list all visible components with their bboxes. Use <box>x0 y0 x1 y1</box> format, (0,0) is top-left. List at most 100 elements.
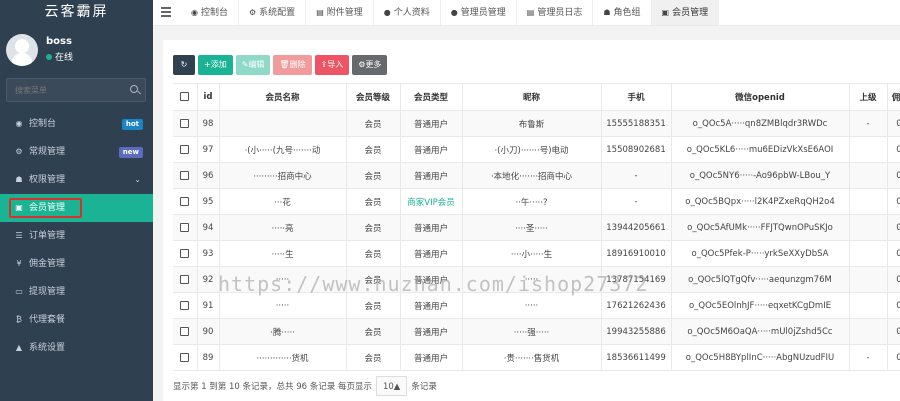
row-select-cell[interactable] <box>173 292 197 319</box>
cogs-icon: ⚙ <box>15 147 23 156</box>
row-checkbox[interactable] <box>180 144 190 154</box>
tab-admin-manage[interactable]: ● 管理员管理 <box>441 0 517 25</box>
row-select-cell[interactable] <box>173 188 197 215</box>
id-card-icon: ▣ <box>661 8 670 17</box>
select-all-cell[interactable] <box>173 83 197 111</box>
sidebar-item-withdraw[interactable]: ▭ 提现管理 <box>0 278 153 306</box>
row-checkbox[interactable] <box>180 222 190 232</box>
row-select-cell[interactable] <box>173 266 197 293</box>
annotation-highlight <box>9 198 82 218</box>
yen-icon: ¥ <box>16 259 22 268</box>
cell-level: 会员 <box>345 110 400 137</box>
user-panel: boss 在线 <box>0 26 153 70</box>
row-checkbox[interactable] <box>180 118 190 128</box>
sidebar-item-agent-package[interactable]: ₿ 代理套餐 <box>0 306 153 334</box>
refresh-icon: ↻ <box>180 60 188 69</box>
menu-toggle-icon[interactable] <box>161 7 171 17</box>
sidebar-item-permission[interactable]: ☗ 权限管理 ⌄ <box>0 166 153 194</box>
column-header[interactable]: 会员名称 <box>218 83 346 111</box>
cell-parent <box>848 240 887 267</box>
search-icon[interactable] <box>130 85 138 93</box>
sidebar-item-dashboard[interactable]: ◉ 控制台 hot <box>0 110 153 138</box>
column-header[interactable]: id <box>196 83 219 111</box>
cell-name: ·····生 <box>218 240 346 267</box>
table-row[interactable]: 94 ·····亮 会员 普通用户 ····圣····· 13944205661 o_QOc… <box>173 214 900 241</box>
tab-dashboard[interactable]: ◉ 控制台 <box>181 0 239 25</box>
table-row[interactable]: 96 ·········招商中心 会员 普通用户 ·本地化·······招商中心 - o_Q… <box>173 162 900 189</box>
column-header[interactable]: 上级 <box>848 83 887 111</box>
row-checkbox[interactable] <box>180 326 190 336</box>
column-header[interactable]: 手机 <box>600 83 671 111</box>
cell-level: 会员 <box>345 344 400 371</box>
table-row[interactable]: 95 ···花 会员 商家VIP会员 ··午·····? - o_QOc5BQpx·····… <box>173 188 900 215</box>
table-row[interactable]: 89 ·············货机 会员 普通用户 ·贵·······售货机 18536… <box>173 344 900 371</box>
table-row[interactable]: 93 ·····生 会员 普通用户 ····小·····生 18916910010 o_QO… <box>173 240 900 267</box>
cell-comm: 0. <box>886 136 900 163</box>
cell-id: 96 <box>196 162 219 189</box>
row-checkbox[interactable] <box>180 274 190 284</box>
row-checkbox[interactable] <box>180 352 190 362</box>
tab-profile[interactable]: ● 个人资料 <box>374 0 441 25</box>
edit-button[interactable]: ✎编辑 <box>235 55 271 75</box>
row-select-cell[interactable] <box>173 344 197 371</box>
menu-search-input[interactable] <box>7 79 117 101</box>
cell-type: 普通用户 <box>399 344 462 371</box>
money-icon: ▭ <box>15 287 23 296</box>
sidebar-item-commission[interactable]: ¥ 佣金管理 <box>0 250 153 278</box>
sidebar-nav: ◉ 控制台 hot ⚙ 常规管理 new ☗ 权限管理 ⌄ ▣ 会员管理 ☰ 订单管理 ¥ 佣金管… <box>0 110 153 362</box>
cell-type: 商家VIP会员 <box>399 188 462 215</box>
refresh-button[interactable]: ↻ <box>173 55 195 75</box>
cell-nick: ····圣····· <box>461 214 601 241</box>
page-size-select[interactable]: 10▲ <box>375 376 408 396</box>
cell-level: 会员 <box>345 214 400 241</box>
delete-button[interactable]: 🗑删除 <box>273 55 312 75</box>
row-select-cell[interactable] <box>173 214 197 241</box>
more-button[interactable]: ⚙更多 <box>352 55 388 75</box>
brand-title: 云客霸屏 <box>0 0 153 26</box>
cell-comm: 0. <box>886 318 900 345</box>
sidebar-item-settings[interactable]: ▲ 系统设置 <box>0 334 153 362</box>
column-header[interactable]: 微信openid <box>670 83 849 111</box>
sidebar-item-general[interactable]: ⚙ 常规管理 new <box>0 138 153 166</box>
sidebar-item-orders[interactable]: ☰ 订单管理 <box>0 222 153 250</box>
row-select-cell[interactable] <box>173 136 197 163</box>
select-all-checkbox[interactable] <box>180 92 190 101</box>
pagination-info: 显示第 1 到第 10 条记录，总共 96 条记录 每页显示 10▲ 条记录 <box>173 376 437 396</box>
column-header[interactable]: 佣金 <box>886 83 900 111</box>
add-button[interactable]: +添加 <box>198 55 233 75</box>
tab-system-config[interactable]: ⚙ 系统配置 <box>239 0 307 25</box>
cell-comm: 0. <box>886 162 900 189</box>
tab-attachments[interactable]: ▤ 附件管理 <box>306 0 374 25</box>
sidebar-item-label: 代理套餐 <box>29 315 66 325</box>
table-row[interactable]: 90 ·腾····· 会员 普通用户 ·····强····· 19943255886 o_Q… <box>173 318 900 345</box>
cell-type: 普通用户 <box>399 240 462 267</box>
cell-level: 会员 <box>345 162 400 189</box>
tab-members[interactable]: ▣ 会员管理 <box>651 0 720 25</box>
column-header[interactable]: 会员类型 <box>399 83 462 111</box>
cell-name: ····· <box>218 292 346 319</box>
table-row[interactable]: 91 ····· 会员 普通用户 ····· 17621262436 o_QOc5EOlnh… <box>173 292 900 319</box>
import-button[interactable]: ⇪导入 <box>314 55 350 75</box>
row-checkbox[interactable] <box>180 196 190 206</box>
tab-label: 管理员日志 <box>537 8 583 18</box>
cell-type: 普通用户 <box>399 292 462 319</box>
column-header[interactable]: 昵称 <box>461 83 601 111</box>
tab-role-group[interactable]: ☗ 角色组 <box>593 0 652 25</box>
row-select-cell[interactable] <box>173 318 197 345</box>
table-row[interactable]: 98 会员 普通用户 布鲁斯 15555188351 o_QOc5A·····qn8ZMB… <box>173 110 900 137</box>
row-select-cell[interactable] <box>173 240 197 267</box>
menu-search[interactable] <box>6 78 146 102</box>
cell-openid: o_QOc5AfUMk·····FFJTQwnOPuSKJo <box>670 214 849 241</box>
row-select-cell[interactable] <box>173 162 197 189</box>
tab-admin-log[interactable]: ▤ 管理员日志 <box>517 0 594 25</box>
row-checkbox[interactable] <box>180 300 190 310</box>
avatar[interactable] <box>6 34 38 66</box>
row-select-cell[interactable] <box>173 110 197 137</box>
cell-name: ·············货机 <box>218 344 346 371</box>
cell-parent <box>848 266 887 293</box>
table-row[interactable]: 97 ·(小·····(九号·······动 会员 普通用户 ·(小刀)·······号… <box>173 136 900 163</box>
more-label: 更多 <box>365 60 382 69</box>
row-checkbox[interactable] <box>180 248 190 258</box>
row-checkbox[interactable] <box>180 170 190 180</box>
column-header[interactable]: 会员等级 <box>345 83 400 111</box>
